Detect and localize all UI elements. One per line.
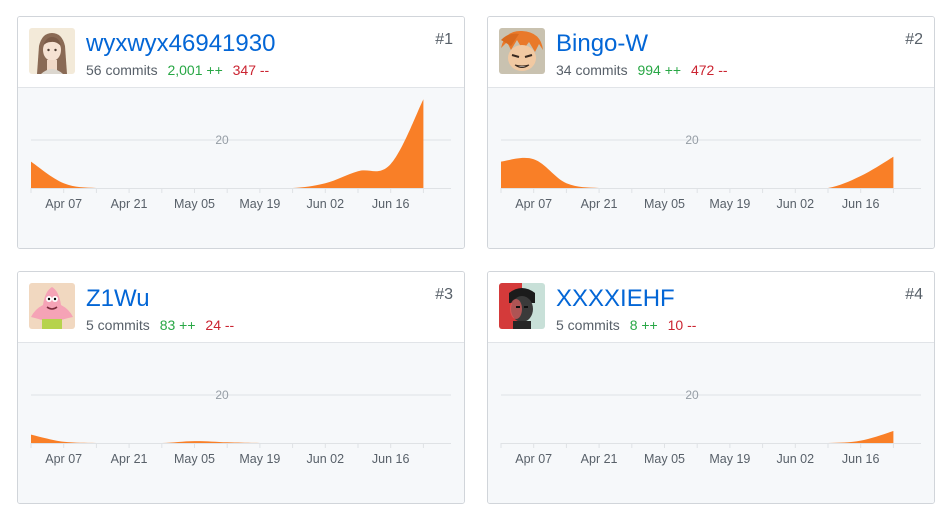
commit-area (501, 156, 894, 188)
username-link[interactable]: Bingo-W (556, 29, 648, 59)
x-tick-label: Apr 21 (581, 197, 618, 211)
avatar[interactable] (499, 28, 545, 74)
contributor-header: Bingo-W 34 commits 994 ++ 472 -- #2 (488, 17, 934, 88)
x-tick-label: Apr 21 (111, 452, 148, 466)
additions-count: 2,001 ++ (167, 62, 223, 78)
deletions-count: 10 -- (667, 317, 697, 333)
contributor-card: Z1Wu 5 commits 83 ++ 24 -- #3 20 Apr 07 Ap… (17, 271, 465, 504)
gridline-label: 20 (685, 388, 699, 402)
commits-link[interactable]: 34 commits (556, 62, 628, 78)
x-tick-label: May 05 (174, 197, 215, 211)
rank-label: #4 (905, 286, 923, 303)
x-tick-label: Jun 02 (307, 452, 345, 466)
deletions-count: 472 -- (690, 62, 728, 78)
deletions-count: 24 -- (205, 317, 235, 333)
avatar[interactable] (29, 28, 75, 74)
commit-activity-chart: 20 Apr 07 Apr 21 May 05 May 19 Jun 02 Jun 16 (18, 88, 464, 248)
girl-avatar-icon (29, 28, 75, 74)
commit-activity-chart: 20 Apr 07 Apr 21 May 05 May 19 Jun 02 Jun 16 (488, 88, 934, 248)
gridline-label: 20 (685, 133, 699, 147)
commits-link[interactable]: 5 commits (556, 317, 620, 333)
x-tick-label: Apr 07 (45, 452, 82, 466)
commit-activity-chart: 20 Apr 07 Apr 21 May 05 May 19 Jun 02 Jun 16 (488, 343, 934, 503)
username-link[interactable]: XXXXIEHF (556, 284, 675, 314)
x-tick-label: Apr 07 (515, 452, 552, 466)
contribution-stats: 5 commits 8 ++ 10 -- (556, 316, 696, 334)
x-tick-label: Apr 07 (515, 197, 552, 211)
chart-svg: 20 Apr 07 Apr 21 May 05 May 19 Jun 02 Jun 16 (30, 388, 451, 466)
contribution-stats: 34 commits 994 ++ 472 -- (556, 61, 728, 79)
rank-label: #1 (435, 31, 453, 48)
commit-area (501, 431, 894, 443)
x-tick-label: Jun 16 (842, 452, 880, 466)
rank-label: #3 (435, 286, 453, 303)
contribution-stats: 56 commits 2,001 ++ 347 -- (86, 61, 269, 79)
contributor-header: XXXXIEHF 5 commits 8 ++ 10 -- #4 (488, 272, 934, 343)
username-link[interactable]: Z1Wu (86, 284, 150, 314)
contributor-header: Z1Wu 5 commits 83 ++ 24 -- #3 (18, 272, 464, 343)
x-tick-label: Jun 02 (307, 197, 345, 211)
x-tick-label: May 19 (709, 197, 750, 211)
username-link[interactable]: wyxwyx46941930 (86, 29, 275, 59)
gridline-label: 20 (215, 388, 229, 402)
x-tick-label: May 19 (239, 197, 280, 211)
additions-count: 994 ++ (637, 62, 682, 78)
avatar[interactable] (29, 283, 75, 329)
x-tick-label: May 05 (644, 452, 685, 466)
x-tick-label: Jun 16 (842, 197, 880, 211)
x-tick-label: Jun 16 (372, 452, 410, 466)
gridline-label: 20 (215, 133, 229, 147)
chart-svg: 20 Apr 07 Apr 21 May 05 May 19 Jun 02 Jun 16 (500, 388, 921, 466)
commits-link[interactable]: 5 commits (86, 317, 150, 333)
x-tick-label: May 05 (644, 197, 685, 211)
x-tick-label: Jun 02 (777, 452, 815, 466)
contributor-card: wyxwyx46941930 56 commits 2,001 ++ 347 -… (17, 16, 465, 249)
chart-svg: 20 Apr 07 Apr 21 May 05 May 19 Jun 02 Jun 16 (500, 133, 921, 211)
x-tick-label: May 05 (174, 452, 215, 466)
commit-area (31, 434, 424, 443)
rank-label: #2 (905, 31, 923, 48)
x-tick-label: May 19 (239, 452, 280, 466)
avatar[interactable] (499, 283, 545, 329)
x-tick-label: Jun 02 (777, 197, 815, 211)
contributor-card: XXXXIEHF 5 commits 8 ++ 10 -- #4 20 Apr 0… (487, 271, 935, 504)
contributor-header: wyxwyx46941930 56 commits 2,001 ++ 347 -… (18, 17, 464, 88)
x-tick-label: Apr 21 (111, 197, 148, 211)
commits-link[interactable]: 56 commits (86, 62, 158, 78)
additions-count: 8 ++ (629, 317, 658, 333)
deletions-count: 347 -- (232, 62, 270, 78)
commit-activity-chart: 20 Apr 07 Apr 21 May 05 May 19 Jun 02 Jun 16 (18, 343, 464, 503)
x-tick-label: Apr 07 (45, 197, 82, 211)
x-tick-label: Jun 16 (372, 197, 410, 211)
contributor-card: Bingo-W 34 commits 994 ++ 472 -- #2 20 Ap… (487, 16, 935, 249)
patrick-star-avatar-icon (29, 283, 75, 329)
contribution-stats: 5 commits 83 ++ 24 -- (86, 316, 234, 334)
dark-hair-red-face-avatar-icon (499, 283, 545, 329)
x-tick-label: Apr 21 (581, 452, 618, 466)
orange-hair-character-avatar-icon (499, 28, 545, 74)
additions-count: 83 ++ (159, 317, 196, 333)
chart-svg: 20 Apr 07 Apr 21 May 05 May 19 Jun 02 Jun 16 (30, 99, 451, 211)
x-tick-label: May 19 (709, 452, 750, 466)
